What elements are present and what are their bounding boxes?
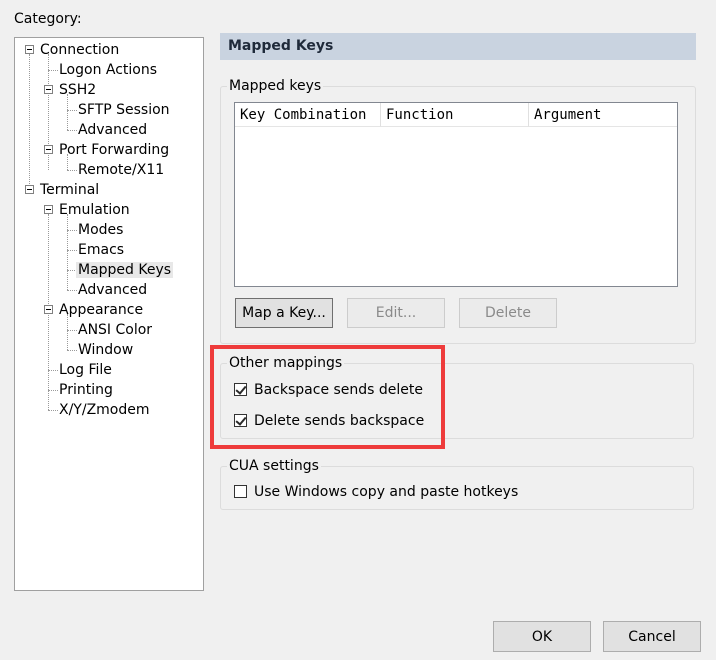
tree-item-ssh2[interactable]: SSH2 <box>57 80 98 100</box>
checkbox-unchecked-icon[interactable] <box>234 485 247 498</box>
column-header-key-combination[interactable]: Key Combination <box>235 103 381 127</box>
tree-item-port-forwarding[interactable]: Port Forwarding <box>57 140 171 160</box>
edit-button[interactable]: Edit... <box>347 298 445 328</box>
mapped-keys-group-title: Mapped keys <box>227 77 324 95</box>
tree-item-mapped-keys[interactable]: Mapped Keys <box>76 260 174 280</box>
column-header-argument[interactable]: Argument <box>529 103 677 127</box>
delete-button[interactable]: Delete <box>459 298 557 328</box>
cua-settings-group-title: CUA settings <box>227 457 321 475</box>
tree-item-logon-actions[interactable]: Logon Actions <box>57 60 159 80</box>
tree-item-log-file[interactable]: Log File <box>57 360 114 380</box>
tree-item-emulation[interactable]: Emulation <box>57 200 132 220</box>
tree-item-connection[interactable]: Connection <box>38 40 121 60</box>
tree-item-terminal[interactable]: Terminal <box>38 180 101 200</box>
tree-item-remote-x11[interactable]: Remote/X11 <box>76 160 166 180</box>
tree-item-emacs[interactable]: Emacs <box>76 240 126 260</box>
mapped-keys-list[interactable]: Key Combination Function Argument <box>234 102 678 287</box>
category-label: Category: <box>14 11 82 27</box>
tree-item-emulation-advanced[interactable]: Advanced <box>76 280 149 300</box>
collapse-icon[interactable] <box>25 45 34 54</box>
highlight-annotation-box <box>210 345 445 449</box>
collapse-icon[interactable] <box>44 85 53 94</box>
tree-item-ssh2-advanced[interactable]: Advanced <box>76 120 149 140</box>
ok-button[interactable]: OK <box>493 621 591 652</box>
cancel-button[interactable]: Cancel <box>603 621 701 652</box>
collapse-icon[interactable] <box>44 145 53 154</box>
tree-item-window[interactable]: Window <box>76 340 135 360</box>
tree-item-modes[interactable]: Modes <box>76 220 125 240</box>
column-header-function[interactable]: Function <box>381 103 529 127</box>
collapse-icon[interactable] <box>44 205 53 214</box>
category-tree[interactable]: Connection Logon Actions SSH2 SFTP Sessi… <box>14 37 204 591</box>
tree-item-printing[interactable]: Printing <box>57 380 115 400</box>
tree-item-xyzmodem[interactable]: X/Y/Zmodem <box>57 400 152 420</box>
tree-item-ansi-color[interactable]: ANSI Color <box>76 320 154 340</box>
tree-item-sftp-session[interactable]: SFTP Session <box>76 100 172 120</box>
collapse-icon[interactable] <box>44 305 53 314</box>
tree-item-appearance[interactable]: Appearance <box>57 300 145 320</box>
panel-title: Mapped Keys <box>220 33 696 60</box>
collapse-icon[interactable] <box>25 185 34 194</box>
map-a-key-button[interactable]: Map a Key... <box>235 298 333 328</box>
